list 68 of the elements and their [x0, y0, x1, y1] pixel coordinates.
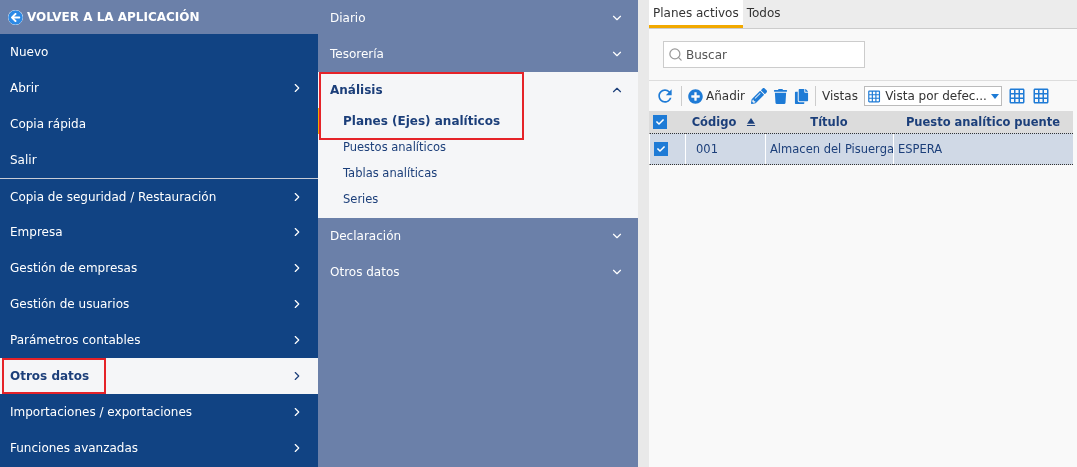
column-header-label: Puesto analítico puente [905, 115, 1061, 129]
menu-item[interactable]: Importaciones / exportaciones [0, 394, 318, 430]
section-header[interactable]: Otros datos [318, 254, 638, 290]
section-header[interactable]: Análisis [318, 72, 638, 108]
section-label: Declaración [330, 229, 402, 243]
select-all-checkbox[interactable] [653, 115, 667, 129]
submenu-item[interactable]: Tablas analíticas [318, 160, 638, 186]
tab[interactable]: Planes activos [649, 0, 743, 28]
menu-item[interactable]: Funciones avanzadas [0, 430, 318, 466]
menu-item[interactable]: Abrir [0, 70, 318, 106]
menu-item-label: Gestión de empresas [10, 261, 138, 275]
delete-icon[interactable] [773, 88, 789, 104]
column-header[interactable]: Puesto analítico puente [893, 111, 1073, 133]
section-label: Otros datos [330, 265, 400, 279]
back-arrow-icon [8, 9, 23, 25]
menu-item-label: Gestión de usuarios [10, 297, 130, 311]
submenu-item[interactable]: Puestos analíticos [318, 134, 638, 160]
menu-item-label: Otros datos [10, 369, 90, 383]
add-button[interactable]: Añadir [688, 88, 746, 104]
menu-item-label: Empresa [10, 225, 63, 239]
menu-item[interactable]: Copia de seguridad / Restauración [0, 178, 318, 214]
dropdown-caret-icon [990, 93, 999, 99]
menu-item-label: Copia rápida [10, 117, 87, 131]
back-link[interactable]: VOLVER A LA APLICACIÓN [0, 0, 318, 34]
views-dropdown[interactable]: Vista por defec... [863, 86, 1002, 106]
refresh-icon[interactable] [655, 86, 675, 106]
section-label: Análisis [330, 83, 383, 97]
check-icon [657, 145, 665, 153]
grid-icon[interactable] [1031, 87, 1050, 105]
views-label: Vistas [822, 89, 858, 103]
menu-item[interactable]: Nuevo [0, 34, 318, 70]
section-header[interactable]: Tesorería [318, 36, 638, 72]
menu-item[interactable]: Gestión de usuarios [0, 286, 318, 322]
tab[interactable]: Todos [742, 0, 785, 28]
menu-item[interactable]: Otros datos [0, 358, 318, 394]
menu-item[interactable]: Copia rápida [0, 106, 318, 142]
menu-item[interactable]: Empresa [0, 214, 318, 250]
grid-icon [866, 88, 882, 104]
menu-item-label: Nuevo [10, 45, 49, 59]
menu-item-label: Parámetros contables [10, 333, 141, 347]
table-cell: 001 [685, 133, 765, 165]
grid-settings-icon[interactable] [1007, 87, 1026, 105]
section-header[interactable]: Diario [318, 0, 638, 36]
section-header[interactable]: Declaración [318, 218, 638, 254]
menu-item-label: Funciones avanzadas [10, 441, 139, 455]
back-link-label: VOLVER A LA APLICACIÓN [27, 10, 200, 24]
menu-item-label: Importaciones / exportaciones [10, 405, 193, 419]
edit-icon[interactable] [751, 88, 768, 104]
column-header[interactable]: Título [765, 111, 893, 133]
plus-icon [688, 88, 703, 104]
menu-item-label: Copia de seguridad / Restauración [10, 189, 217, 204]
column-header-label: Código [691, 115, 737, 129]
section-label: Tesorería [330, 47, 384, 61]
table-cell: ESPERA [893, 133, 1073, 165]
row-checkbox[interactable] [654, 142, 668, 156]
section-label: Diario [330, 11, 366, 25]
table-cell: Almacen del Pisuerga [765, 133, 893, 165]
column-header-label: Título [810, 115, 848, 129]
menu-item-label: Salir [10, 153, 37, 167]
menu-item[interactable]: Salir [0, 142, 318, 178]
column-header[interactable]: Código [685, 111, 765, 133]
copy-icon[interactable] [794, 88, 810, 104]
submenu-item[interactable]: Series [318, 186, 638, 212]
menu-item-label: Abrir [10, 81, 40, 95]
menu-item[interactable]: Parámetros contables [0, 322, 318, 358]
search-field[interactable]: Buscar [663, 41, 865, 68]
menu-item[interactable]: Gestión de empresas [0, 250, 318, 286]
check-icon [656, 118, 664, 126]
